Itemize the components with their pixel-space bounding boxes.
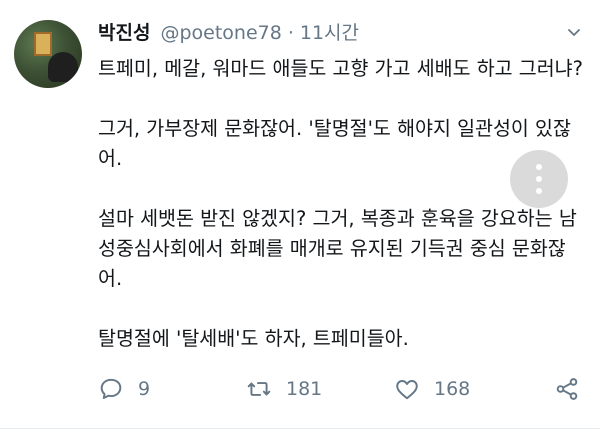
share-button[interactable] [554, 376, 580, 402]
heart-icon [396, 380, 418, 400]
tweet-paragraph: 설마 세뱃돈 받진 않겠지? 그거, 복종과 훈육을 강요하는 남성중심사회에서… [98, 207, 577, 290]
reply-icon [100, 378, 122, 399]
tweet-time[interactable]: 11시간 [300, 18, 359, 45]
tweet-paragraph: 탈명절에 '탈세배'도 하자, 트페미들아. [98, 327, 409, 350]
reply-button[interactable]: 9 [98, 376, 246, 402]
avatar-frame-detail [34, 32, 52, 56]
share-icon [556, 378, 578, 400]
like-button[interactable]: 168 [394, 376, 554, 402]
more-vertical-icon [536, 161, 542, 197]
chevron-down-icon[interactable] [566, 24, 582, 40]
avatar[interactable] [14, 20, 82, 88]
author-handle[interactable]: @poetone78 [160, 22, 281, 44]
tweet-header: 박진성 @poetone78 · 11시간 [98, 18, 580, 46]
retweet-icon [247, 382, 271, 396]
author-display-name[interactable]: 박진성 [98, 18, 150, 45]
header-separator: · [287, 22, 294, 44]
like-count: 168 [434, 378, 471, 400]
reply-count: 9 [138, 378, 151, 400]
tweet-paragraph: 트페미, 메갈, 워마드 애들도 고향 가고 세배도 하고 그러냐? [98, 57, 583, 80]
retweet-count: 181 [286, 378, 323, 400]
more-options-button[interactable] [510, 150, 568, 208]
tweet-actions: 9 181 168 [98, 372, 580, 406]
avatar-figure-detail [48, 52, 78, 82]
retweet-button[interactable]: 181 [246, 376, 394, 402]
tweet-text: 트페미, 메갈, 워마드 애들도 고향 가고 세배도 하고 그러냐? 그거, 가… [98, 54, 588, 354]
